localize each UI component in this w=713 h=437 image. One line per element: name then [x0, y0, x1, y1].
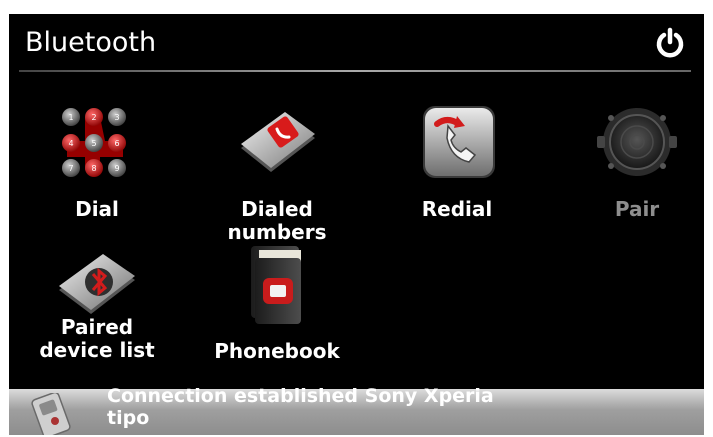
status-bar: Connection established Sony Xperia tipo	[9, 385, 704, 435]
keypad-digit: 2	[91, 113, 96, 122]
keypad-digit: 1	[68, 113, 73, 122]
dialed-numbers-button[interactable]: Dialed numbers	[202, 102, 352, 244]
phonebook-label: Phonebook	[214, 339, 340, 363]
keypad-digit: 5	[91, 139, 96, 148]
redial-button[interactable]: Redial	[382, 102, 532, 232]
phone-icon	[31, 393, 71, 435]
connection-status-text: Connection established Sony Xperia tipo	[107, 385, 494, 429]
dialed-numbers-label: Dialed numbers	[227, 197, 327, 244]
page-title: Bluetooth	[25, 27, 157, 58]
paired-device-list-icon	[59, 254, 135, 314]
pair-label: Pair	[614, 197, 660, 221]
paired-device-list-label: Paired device list	[39, 315, 155, 362]
redial-label: Redial	[421, 197, 493, 221]
phonebook-icon	[251, 246, 301, 324]
power-icon[interactable]	[653, 27, 687, 61]
pair-radar-icon	[597, 108, 677, 176]
keypad-digit: 3	[114, 113, 119, 122]
dial-label: Dial	[75, 197, 119, 221]
dial-button[interactable]: 1 2 3 4 5 6 7 8 9 Dial	[22, 102, 172, 232]
redial-icon	[423, 106, 495, 178]
keypad-digit: 4	[68, 139, 73, 148]
title-bar: Bluetooth	[9, 14, 704, 72]
keypad-digit: 8	[91, 164, 96, 173]
phonebook-button[interactable]: Phonebook	[202, 244, 352, 369]
bluetooth-screen: Bluetooth 1 2 3 4 5 6 7 8 9 Dial Dialed …	[9, 14, 704, 435]
paired-device-list-button[interactable]: Paired device list	[22, 244, 172, 369]
keypad-digit: 9	[114, 164, 119, 173]
keypad-digit: 6	[114, 139, 119, 148]
dialed-numbers-icon	[241, 112, 315, 172]
dial-keypad-icon: 1 2 3 4 5 6 7 8 9	[62, 108, 126, 177]
title-divider	[19, 70, 691, 72]
keypad-digit: 7	[68, 164, 73, 173]
pair-button[interactable]: Pair	[562, 102, 704, 232]
